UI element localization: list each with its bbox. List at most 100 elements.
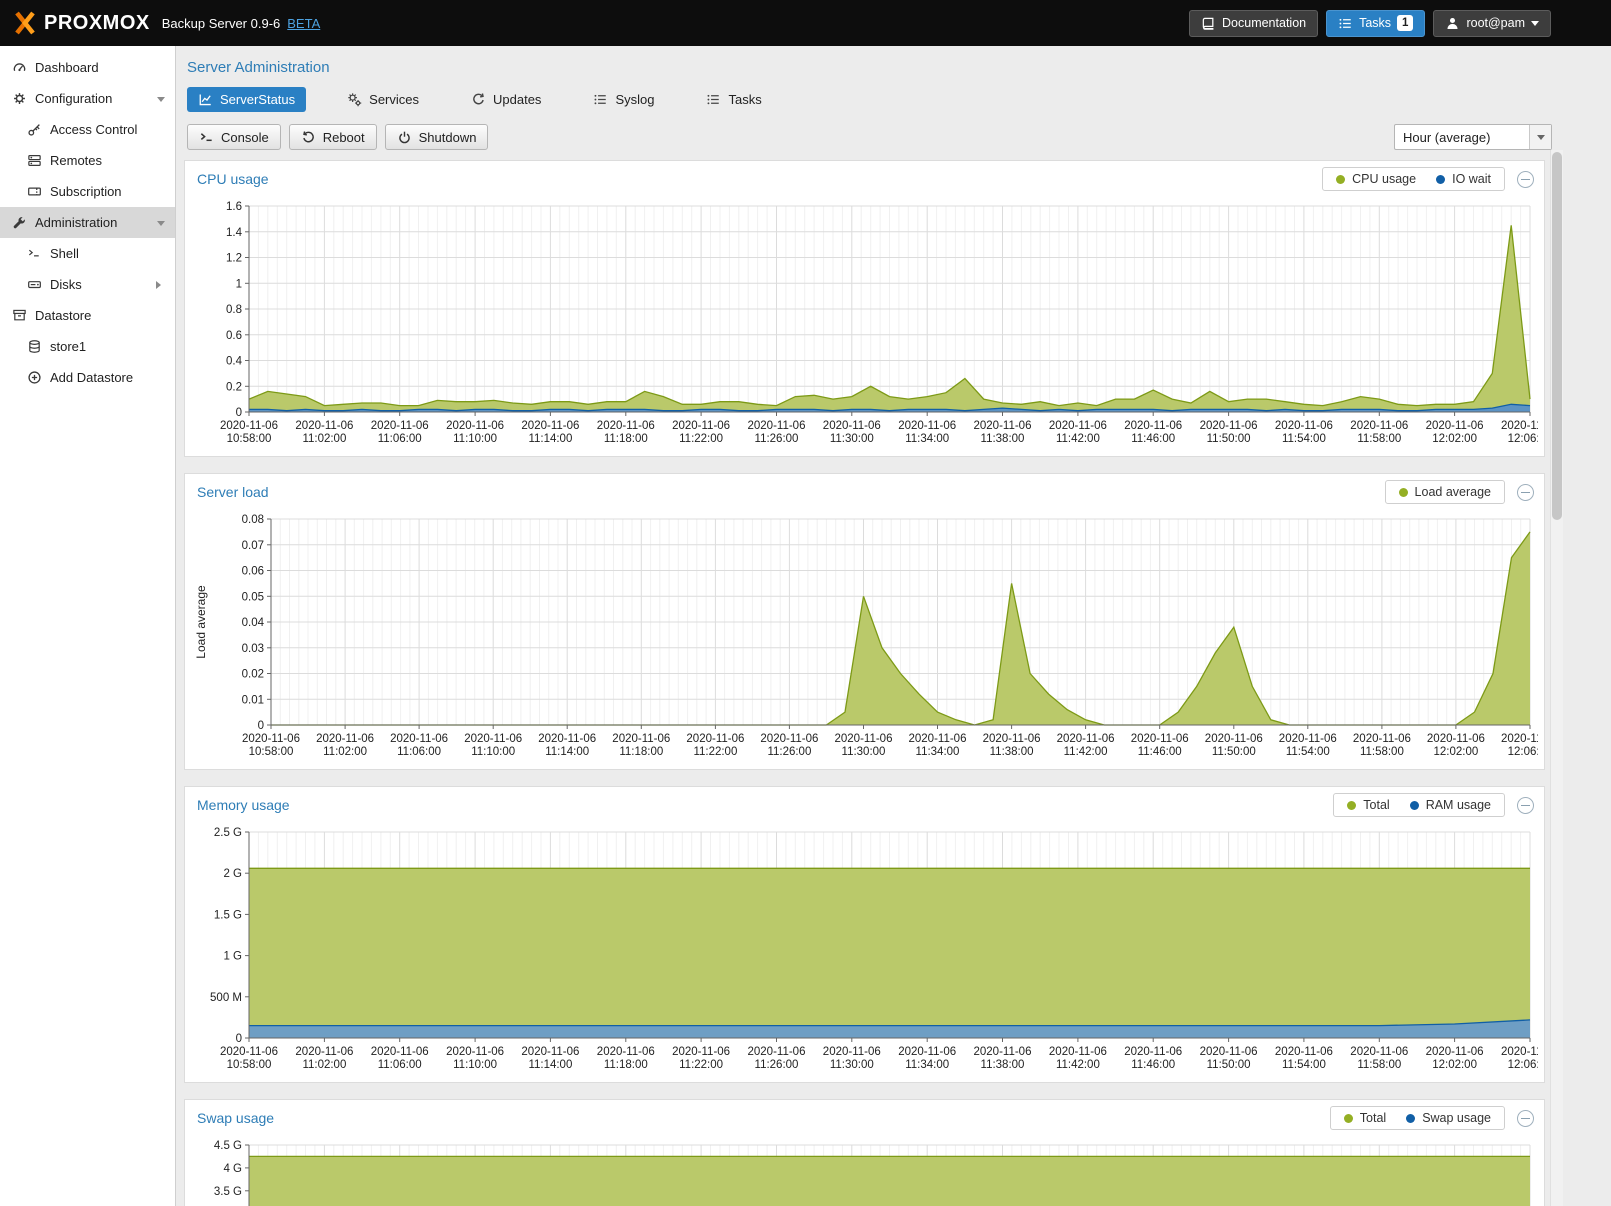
collapse-icon[interactable] xyxy=(1517,797,1534,814)
product-subtitle: Backup Server 0.9-6 xyxy=(162,16,281,31)
proxmox-logo-icon xyxy=(12,10,38,36)
svg-text:11:54:00: 11:54:00 xyxy=(1282,1059,1326,1071)
sidebar-item-add-datastore[interactable]: Add Datastore xyxy=(0,362,175,393)
svg-text:0.06: 0.06 xyxy=(242,566,264,578)
svg-text:2020-11-06: 2020-11-06 xyxy=(1350,1046,1408,1058)
svg-text:2020-11-06: 2020-11-06 xyxy=(316,733,374,745)
chart-line-icon xyxy=(198,92,213,107)
sidebar: Dashboard Configuration Access Control R… xyxy=(0,46,176,1206)
svg-text:0.6: 0.6 xyxy=(226,330,242,342)
svg-text:2020-11-06: 2020-11-06 xyxy=(597,420,655,432)
cpu-usage-chart: 00.20.40.60.811.21.41.62020-11-0610:58:0… xyxy=(191,198,1538,450)
reboot-button[interactable]: Reboot xyxy=(289,124,377,150)
svg-text:2020-11-06: 2020-11-06 xyxy=(1427,733,1485,745)
svg-text:0.05: 0.05 xyxy=(242,591,264,603)
collapse-icon[interactable] xyxy=(1517,171,1534,188)
svg-text:0.07: 0.07 xyxy=(242,540,264,552)
svg-text:1: 1 xyxy=(236,278,242,290)
console-button[interactable]: Console xyxy=(187,124,281,150)
tab-serverstatus[interactable]: ServerStatus xyxy=(187,87,306,112)
svg-text:11:46:00: 11:46:00 xyxy=(1131,433,1175,445)
tab-syslog[interactable]: Syslog xyxy=(582,87,665,112)
svg-text:0: 0 xyxy=(236,1033,242,1045)
svg-text:2020-11-06: 2020-11-06 xyxy=(983,733,1041,745)
svg-text:11:50:00: 11:50:00 xyxy=(1212,746,1256,758)
collapse-icon[interactable] xyxy=(1517,1110,1534,1127)
sidebar-item-datastore[interactable]: Datastore xyxy=(0,300,175,331)
svg-text:11:22:00: 11:22:00 xyxy=(679,433,723,445)
sidebar-item-configuration[interactable]: Configuration xyxy=(0,83,175,114)
svg-text:11:42:00: 11:42:00 xyxy=(1064,746,1108,758)
sidebar-item-dashboard[interactable]: Dashboard xyxy=(0,52,175,83)
svg-text:0: 0 xyxy=(236,407,242,419)
svg-text:2020-11-06: 2020-11-06 xyxy=(1124,420,1182,432)
shutdown-button[interactable]: Shutdown xyxy=(385,124,489,150)
sidebar-item-label: Shell xyxy=(50,246,79,261)
tab-tasks[interactable]: Tasks xyxy=(695,87,772,112)
svg-text:0.2: 0.2 xyxy=(226,381,242,393)
svg-text:2020-11-06: 2020-11-06 xyxy=(748,420,806,432)
server-icon xyxy=(27,153,42,168)
svg-text:12:02:00: 12:02:00 xyxy=(1432,433,1477,445)
tasks-button[interactable]: Tasks 1 xyxy=(1326,10,1425,37)
svg-text:11:02:00: 11:02:00 xyxy=(302,1059,346,1071)
sidebar-item-store1[interactable]: store1 xyxy=(0,331,175,362)
sidebar-item-label: Add Datastore xyxy=(50,370,133,385)
svg-text:2020-11-06: 2020-11-06 xyxy=(242,733,300,745)
chevron-down-icon xyxy=(157,97,165,106)
sidebar-item-administration[interactable]: Administration xyxy=(0,207,175,238)
dashboard-icon xyxy=(12,60,27,75)
legend-label: RAM usage xyxy=(1426,798,1491,812)
sidebar-item-remotes[interactable]: Remotes xyxy=(0,145,175,176)
svg-text:2020-11-06: 2020-11-06 xyxy=(371,420,429,432)
tab-bar: ServerStatus Services Updates Syslog Tas… xyxy=(176,85,1611,113)
sidebar-item-label: Disks xyxy=(50,277,82,292)
tab-updates[interactable]: Updates xyxy=(460,87,552,112)
sidebar-item-disks[interactable]: Disks xyxy=(0,269,175,300)
svg-text:11:22:00: 11:22:00 xyxy=(693,746,737,758)
svg-text:2020-11-06: 2020-11-06 xyxy=(1124,1046,1182,1058)
tab-services[interactable]: Services xyxy=(336,87,430,112)
sidebar-item-subscription[interactable]: Subscription xyxy=(0,176,175,207)
svg-text:500 M: 500 M xyxy=(210,992,242,1004)
collapse-icon[interactable] xyxy=(1517,484,1534,501)
legend-item: RAM usage xyxy=(1410,798,1491,812)
svg-text:11:42:00: 11:42:00 xyxy=(1056,1059,1100,1071)
time-range-select[interactable]: Hour (average) xyxy=(1394,124,1552,150)
legend-label: IO wait xyxy=(1452,172,1491,186)
sidebar-item-access-control[interactable]: Access Control xyxy=(0,114,175,145)
svg-text:0.4: 0.4 xyxy=(226,356,243,368)
svg-text:Load average: Load average xyxy=(194,585,208,659)
sidebar-item-label: Remotes xyxy=(50,153,102,168)
scrollbar-thumb[interactable] xyxy=(1552,152,1562,520)
scrollbar[interactable] xyxy=(1550,150,1563,1206)
chevron-down-icon xyxy=(1531,21,1539,30)
svg-text:11:50:00: 11:50:00 xyxy=(1207,1059,1251,1071)
legend-dot xyxy=(1336,175,1345,184)
svg-text:2020-11-06: 2020-11-06 xyxy=(898,1046,956,1058)
user-icon xyxy=(1445,16,1460,31)
svg-text:2020-11-06: 2020-11-06 xyxy=(1049,420,1107,432)
svg-text:11:34:00: 11:34:00 xyxy=(905,433,949,445)
svg-text:11:58:00: 11:58:00 xyxy=(1357,1059,1401,1071)
svg-text:12:06:00: 12:06:00 xyxy=(1508,746,1538,758)
terminal-icon xyxy=(27,246,42,261)
tab-label: Syslog xyxy=(615,92,654,107)
user-menu-button[interactable]: root@pam xyxy=(1433,10,1551,37)
sidebar-item-label: Datastore xyxy=(35,308,91,323)
panel-title: Server load xyxy=(197,484,269,500)
sidebar-item-shell[interactable]: Shell xyxy=(0,238,175,269)
svg-text:10:58:00: 10:58:00 xyxy=(249,746,294,758)
svg-text:11:26:00: 11:26:00 xyxy=(755,1059,799,1071)
svg-text:11:58:00: 11:58:00 xyxy=(1357,433,1401,445)
panel-server-load: Server load Load average 00.010.020.030.… xyxy=(184,473,1545,770)
svg-text:0.8: 0.8 xyxy=(226,304,242,316)
documentation-button[interactable]: Documentation xyxy=(1189,10,1318,37)
archive-box-icon xyxy=(12,308,27,323)
svg-text:2020-11-06: 2020-11-06 xyxy=(835,733,893,745)
page-title: Server Administration xyxy=(187,59,1611,76)
key-icon xyxy=(27,122,42,137)
svg-text:2020-11-06: 2020-11-06 xyxy=(672,1046,730,1058)
beta-link[interactable]: BETA xyxy=(287,16,320,31)
reboot-label: Reboot xyxy=(323,130,365,145)
